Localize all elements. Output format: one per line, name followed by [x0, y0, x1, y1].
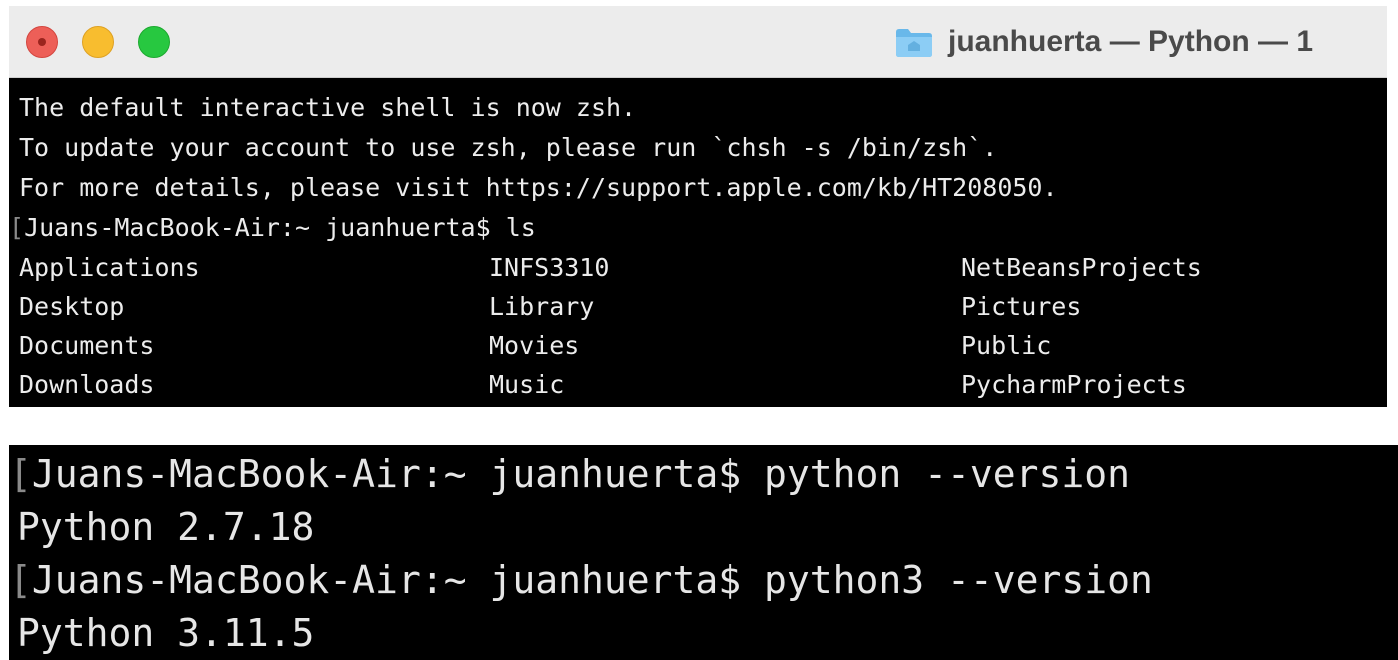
command-python3-version: Juans-MacBook-Air:~ juanhuerta$ python3 … — [31, 558, 1153, 602]
window-title: juanhuerta — Python — 1 — [948, 25, 1314, 58]
ls-entry: Movies — [489, 331, 580, 360]
output-python-version: Python 2.7.18 — [17, 505, 315, 549]
prompt-text: Juans-MacBook-Air:~ juanhuerta$ ls — [24, 213, 536, 242]
prompt-bracket: [ — [9, 558, 32, 602]
ls-entry: Library — [489, 292, 595, 321]
ls-entry: Documents — [19, 331, 155, 360]
ls-entry: Downloads — [19, 370, 155, 399]
prompt-bracket: [ — [9, 452, 32, 496]
prompt-line: [Juans-MacBook-Air:~ juanhuerta$ python … — [9, 447, 1130, 501]
ls-entry: Pictures — [961, 292, 1082, 321]
home-folder-icon — [896, 29, 932, 57]
terminal-window: juanhuerta — Python — 1 The default inte… — [9, 6, 1387, 407]
ls-entry: Music — [489, 370, 565, 399]
prompt-line: [Juans-MacBook-Air:~ juanhuerta$ ls — [9, 208, 536, 248]
ls-entry: INFS3310 — [489, 253, 610, 282]
ls-entry: Desktop — [19, 292, 125, 321]
prompt-bracket: [ — [9, 213, 25, 242]
prompt-line: [Juans-MacBook-Air:~ juanhuerta$ python3… — [9, 553, 1153, 607]
close-button[interactable] — [26, 26, 58, 58]
motd-line-1: The default interactive shell is now zsh… — [19, 93, 637, 122]
zoom-button[interactable] — [138, 26, 170, 58]
command-python-version: Juans-MacBook-Air:~ juanhuerta$ python -… — [31, 452, 1131, 496]
output-python3-version: Python 3.11.5 — [17, 611, 315, 655]
terminal-output-top[interactable]: The default interactive shell is now zsh… — [9, 82, 1387, 407]
terminal-output-bottom[interactable]: [Juans-MacBook-Air:~ juanhuerta$ python … — [9, 445, 1398, 660]
motd-line-2: To update your account to use zsh, pleas… — [19, 133, 998, 162]
ls-entry: PycharmProjects — [961, 370, 1187, 399]
minimize-button[interactable] — [82, 26, 114, 58]
title-bar[interactable]: juanhuerta — Python — 1 — [9, 6, 1387, 78]
ls-entry: Applications — [19, 253, 200, 282]
ls-entry: NetBeansProjects — [961, 253, 1202, 282]
motd-line-3: For more details, please visit https://s… — [19, 173, 1058, 202]
ls-entry: Public — [961, 331, 1052, 360]
